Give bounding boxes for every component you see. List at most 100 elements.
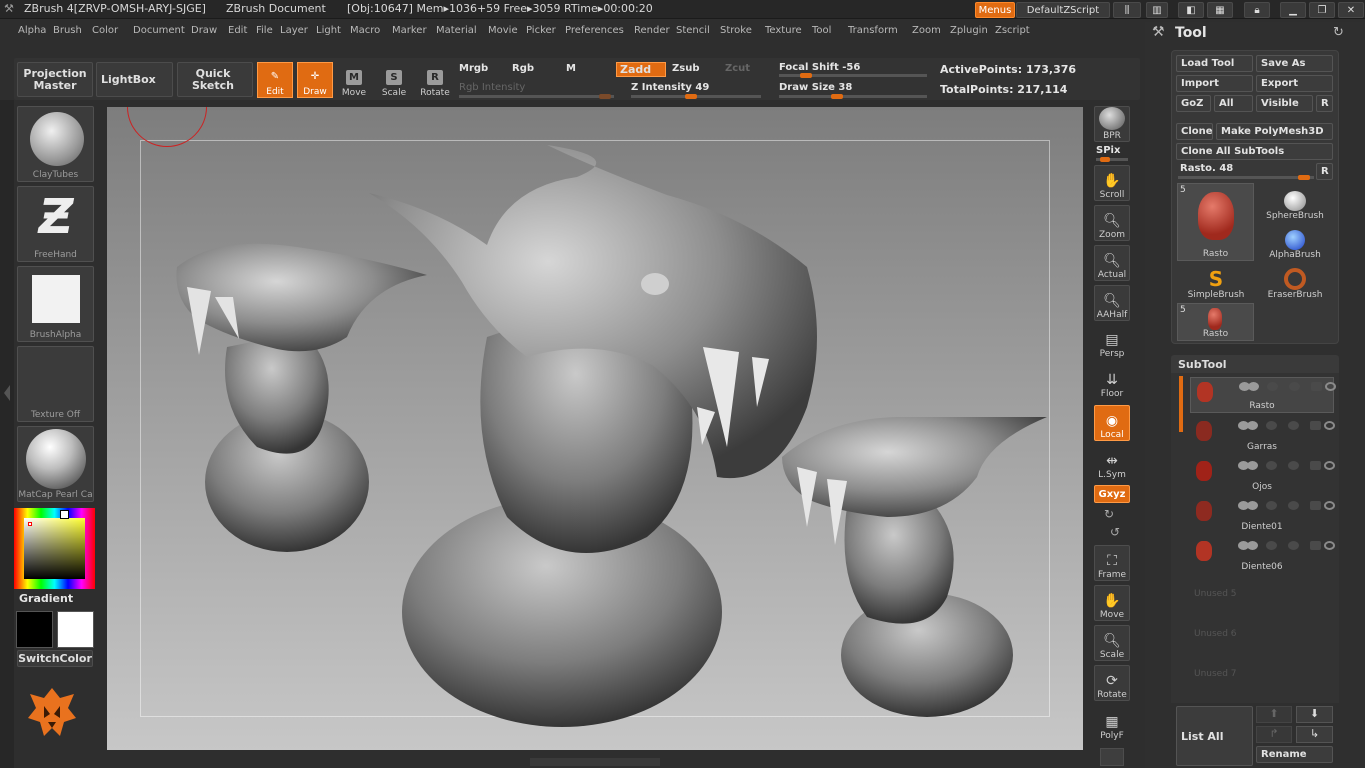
menu-texture[interactable]: Texture: [765, 25, 802, 36]
menu-material[interactable]: Material: [436, 25, 477, 36]
unused-slot[interactable]: Unused 6: [1194, 629, 1237, 639]
gradient-label[interactable]: Gradient: [19, 592, 73, 605]
menu-render[interactable]: Render: [634, 25, 670, 36]
subtool-title[interactable]: SubTool: [1178, 358, 1227, 371]
swap-down-icon[interactable]: ↳: [1296, 726, 1333, 743]
menu-stencil[interactable]: Stencil: [676, 25, 710, 36]
merge-icon[interactable]: [1266, 421, 1277, 430]
alpha-thumbnail[interactable]: BrushAlpha: [17, 266, 94, 342]
m-button[interactable]: M: [566, 63, 576, 74]
color-toggle-icon[interactable]: [1248, 382, 1259, 391]
draw-button[interactable]: ✛ Draw: [297, 62, 333, 98]
menu-preferences[interactable]: Preferences: [565, 25, 624, 36]
rotate-view-button[interactable]: ⟳ Rotate: [1094, 665, 1130, 701]
tool-panel-title[interactable]: Tool: [1175, 25, 1207, 41]
menu-draw[interactable]: Draw: [191, 25, 217, 36]
menu-brush[interactable]: Brush: [53, 25, 82, 36]
color-toggle-icon[interactable]: [1247, 541, 1258, 550]
secondary-color-swatch[interactable]: [57, 611, 94, 648]
stroke-thumbnail[interactable]: Ƶ FreeHand: [17, 186, 94, 262]
menu-marker[interactable]: Marker: [392, 25, 427, 36]
eye-icon[interactable]: [1324, 421, 1335, 430]
palette-icon[interactable]: ▥: [1146, 2, 1168, 18]
make-polymesh-button[interactable]: Make PolyMesh3D: [1216, 123, 1333, 140]
hue-marker[interactable]: [60, 510, 69, 519]
color-square[interactable]: [24, 518, 85, 579]
move-button[interactable]: M Move: [336, 62, 372, 98]
brush-thumbnail[interactable]: ClayTubes: [17, 106, 94, 182]
rasto-tool-small[interactable]: 5 Rasto: [1177, 303, 1254, 341]
rasto-slider[interactable]: Rasto. 48: [1180, 163, 1233, 174]
menu-transform[interactable]: Transform: [848, 25, 898, 36]
edit-button[interactable]: ✎ Edit: [257, 62, 293, 98]
brush-toggle-icon[interactable]: [1310, 501, 1321, 510]
import-button[interactable]: Import: [1176, 75, 1253, 92]
subtool-scrollbar[interactable]: [1179, 376, 1183, 432]
bottom-tray-handle[interactable]: [530, 758, 660, 766]
z-intensity-track[interactable]: [631, 94, 761, 99]
load-tool-button[interactable]: Load Tool: [1176, 55, 1253, 72]
list-all-button[interactable]: List All: [1176, 706, 1253, 766]
scroll-icon[interactable]: ⫼: [1113, 2, 1141, 18]
solo-icon[interactable]: [1289, 382, 1300, 391]
focal-shift-track[interactable]: [779, 73, 927, 78]
rasto-track[interactable]: [1178, 175, 1314, 180]
rgb-intensity-slider[interactable]: Rgb Intensity: [459, 82, 525, 93]
swap-up-icon[interactable]: ↱: [1256, 726, 1292, 743]
merge-icon[interactable]: [1267, 382, 1278, 391]
goz-button[interactable]: GoZ: [1176, 95, 1211, 112]
visible-button[interactable]: Visible: [1256, 95, 1313, 112]
unused-slot[interactable]: Unused 7: [1194, 669, 1237, 679]
lsym-button[interactable]: ⇹ L.Sym: [1094, 452, 1130, 480]
menu-document[interactable]: Document: [133, 25, 185, 36]
scale-button[interactable]: S Scale: [376, 62, 412, 98]
move-up-icon[interactable]: ⬆: [1256, 706, 1292, 723]
eye-icon[interactable]: [1324, 541, 1335, 550]
spix-track[interactable]: [1096, 157, 1128, 162]
rotate-y-icon[interactable]: ↻: [1104, 507, 1114, 521]
persp-button[interactable]: ▤ Persp: [1094, 325, 1130, 359]
sphere-brush-tool[interactable]: SphereBrush: [1256, 183, 1334, 221]
save-as-button[interactable]: Save As: [1256, 55, 1333, 72]
bpr-button[interactable]: BPR: [1094, 106, 1130, 142]
zsub-button[interactable]: Zsub: [672, 63, 699, 74]
actual-button[interactable]: 🔍︎ Actual: [1094, 245, 1130, 281]
mrgb-button[interactable]: Mrgb: [459, 63, 488, 74]
clone-all-subtools-button[interactable]: Clone All SubTools: [1176, 143, 1333, 160]
color-picker[interactable]: [14, 508, 95, 589]
move-down-icon[interactable]: ⬇: [1296, 706, 1333, 723]
restore-icon[interactable]: ❐: [1309, 2, 1335, 18]
rotate-button[interactable]: R Rotate: [417, 62, 453, 98]
close-icon[interactable]: ✕: [1338, 2, 1364, 18]
main-color-swatch[interactable]: [16, 611, 53, 648]
left-tray-arrow-icon[interactable]: [4, 385, 10, 401]
rotate-z-icon[interactable]: ↺: [1110, 525, 1120, 539]
menu-alpha[interactable]: Alpha: [18, 25, 46, 36]
layout2-icon[interactable]: ▦: [1207, 2, 1233, 18]
focal-shift-slider[interactable]: Focal Shift -56: [779, 62, 860, 73]
menu-zoom[interactable]: Zoom: [912, 25, 941, 36]
document-canvas[interactable]: [107, 107, 1083, 750]
menu-movie[interactable]: Movie: [488, 25, 518, 36]
r-button[interactable]: R: [1316, 95, 1333, 112]
refresh-icon[interactable]: ↻: [1333, 25, 1344, 40]
switch-color-button[interactable]: SwitchColor: [17, 650, 93, 667]
export-button[interactable]: Export: [1256, 75, 1333, 92]
unused-slot[interactable]: Unused 5: [1194, 589, 1237, 599]
alpha-brush-tool[interactable]: AlphaBrush: [1256, 222, 1334, 260]
brush-toggle-icon[interactable]: [1310, 461, 1321, 470]
material-thumbnail[interactable]: MatCap Pearl Ca: [17, 426, 94, 502]
menu-picker[interactable]: Picker: [526, 25, 556, 36]
zoom-button[interactable]: 🔍︎ Zoom: [1094, 205, 1130, 241]
color-toggle-icon[interactable]: [1247, 501, 1258, 510]
menus-button[interactable]: Menus: [975, 2, 1015, 18]
quick-sketch-button[interactable]: Quick Sketch: [177, 62, 253, 97]
subtool-item-garras[interactable]: Garras: [1190, 417, 1335, 453]
brush-toggle-icon[interactable]: [1310, 421, 1321, 430]
brush-toggle-icon[interactable]: [1311, 382, 1322, 391]
eraser-brush-tool[interactable]: EraserBrush: [1256, 262, 1334, 300]
subtool-item-ojos[interactable]: Ojos: [1190, 457, 1335, 493]
aahalf-button[interactable]: 🔍︎ AAHalf: [1094, 285, 1130, 321]
solo-icon[interactable]: [1288, 501, 1299, 510]
solo-icon[interactable]: [1288, 421, 1299, 430]
